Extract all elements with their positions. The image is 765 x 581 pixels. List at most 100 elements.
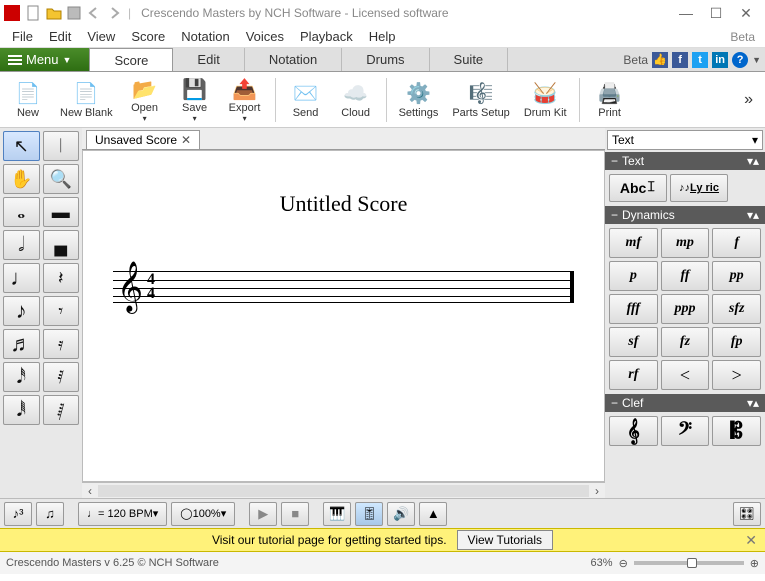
thirtysecond-rest-tool[interactable]: 𝅀	[43, 362, 80, 392]
barline-tool[interactable]: 𝄀	[43, 131, 80, 161]
whole-rest-tool[interactable]: ▬	[43, 197, 80, 227]
dyn-cresc[interactable]: <	[661, 360, 710, 390]
lyric-tool-button[interactable]: ♪♪Ly ric	[670, 174, 728, 202]
dyn-f[interactable]: f	[712, 228, 761, 258]
dyn-fp[interactable]: fp	[712, 327, 761, 357]
minimize-button[interactable]: —	[671, 3, 701, 23]
sixteenth-note-tool[interactable]: ♬	[3, 329, 40, 359]
view-tutorials-button[interactable]: View Tutorials	[457, 530, 553, 550]
menu-edit[interactable]: Edit	[41, 27, 79, 46]
dyn-mp[interactable]: mp	[661, 228, 710, 258]
tab-suite[interactable]: Suite	[430, 48, 509, 71]
dyn-sfz[interactable]: sfz	[712, 294, 761, 324]
panel-header-text[interactable]: −Text▾▴	[605, 152, 765, 170]
tempo-button[interactable]: ♩ = 120 BPM ▾	[78, 502, 167, 526]
menu-voices[interactable]: Voices	[238, 27, 292, 46]
beam-tool[interactable]: ♫	[36, 502, 64, 526]
menu-view[interactable]: View	[79, 27, 123, 46]
quarter-rest-tool[interactable]: 𝄽	[43, 263, 80, 293]
maximize-button[interactable]: ☐	[701, 3, 731, 23]
eighth-rest-tool[interactable]: 𝄾	[43, 296, 80, 326]
menu-notation[interactable]: Notation	[173, 27, 237, 46]
dyn-p[interactable]: p	[609, 261, 658, 291]
dyn-sf[interactable]: sf	[609, 327, 658, 357]
export-button[interactable]: 📤Export▾	[221, 75, 269, 125]
clef-alto[interactable]: 𝄡	[712, 416, 761, 446]
zoom-button[interactable]: ◯ 100% ▾	[171, 502, 235, 526]
zoom-slider[interactable]	[634, 561, 744, 565]
close-button[interactable]: ✕	[731, 3, 761, 23]
doc-tab-unsaved[interactable]: Unsaved Score ✕	[86, 130, 200, 149]
parts-setup-button[interactable]: 🎼Parts Setup	[446, 75, 515, 125]
close-banner-icon[interactable]: ✕	[745, 532, 757, 549]
linkedin-icon[interactable]: in	[712, 52, 728, 68]
scroll-right-icon[interactable]: ›	[589, 484, 605, 498]
stop-button[interactable]: ■	[281, 502, 309, 526]
print-button[interactable]: 🖨️Print	[586, 75, 634, 125]
drum-kit-button[interactable]: 🥁Drum Kit	[518, 75, 573, 125]
ribbon-beta[interactable]: Beta	[623, 53, 648, 67]
send-button[interactable]: ✉️Send	[282, 75, 330, 125]
scroll-left-icon[interactable]: ‹	[82, 484, 98, 498]
zoom-tool[interactable]: 🔍	[43, 164, 80, 194]
tab-edit[interactable]: Edit	[173, 48, 244, 71]
tab-score[interactable]: Score	[89, 48, 173, 71]
hand-tool[interactable]: ✋	[3, 164, 40, 194]
dyn-ff[interactable]: ff	[661, 261, 710, 291]
main-menu-button[interactable]: Menu ▼	[0, 48, 89, 71]
menu-help[interactable]: Help	[361, 27, 404, 46]
open-folder-icon[interactable]	[46, 5, 62, 21]
score-canvas[interactable]: Untitled Score 𝄞 44	[82, 150, 605, 482]
new-button[interactable]: 📄New	[4, 75, 52, 125]
dyn-decresc[interactable]: >	[712, 360, 761, 390]
dyn-fff[interactable]: fff	[609, 294, 658, 324]
panel-combo[interactable]: Text▾	[607, 130, 763, 150]
sound-button[interactable]: 🔊	[387, 502, 415, 526]
pointer-tool[interactable]: ↖	[3, 131, 40, 161]
quarter-note-tool[interactable]: ♩	[3, 263, 40, 293]
thirtysecond-note-tool[interactable]: 𝅘𝅥𝅰	[3, 362, 40, 392]
dyn-pp[interactable]: pp	[712, 261, 761, 291]
text-tool-button[interactable]: Abc𝙸	[609, 174, 667, 202]
sixtyfourth-note-tool[interactable]: 𝅘𝅥𝅱	[3, 395, 40, 425]
tab-drums[interactable]: Drums	[342, 48, 429, 71]
menu-file[interactable]: File	[4, 27, 41, 46]
undo-icon[interactable]	[86, 5, 102, 21]
mixer-button[interactable]: 🎚	[355, 502, 383, 526]
dyn-mf[interactable]: mf	[609, 228, 658, 258]
sixteenth-rest-tool[interactable]: 𝄿	[43, 329, 80, 359]
facebook-icon[interactable]: f	[672, 52, 688, 68]
clef-treble[interactable]: 𝄞	[609, 416, 658, 446]
half-rest-tool[interactable]: ▄	[43, 230, 80, 260]
h-scrollbar[interactable]: ‹ ›	[82, 482, 605, 498]
new-doc-icon[interactable]	[26, 5, 42, 21]
panel-header-dynamics[interactable]: −Dynamics▾▴	[605, 206, 765, 224]
save-disk-icon[interactable]	[66, 5, 82, 21]
instruments-button[interactable]: 🎹	[323, 502, 351, 526]
zoom-out-icon[interactable]: ⊖	[619, 557, 628, 570]
dyn-rf[interactable]: rf	[609, 360, 658, 390]
open-button[interactable]: 📂Open▾	[121, 75, 169, 125]
tab-notation[interactable]: Notation	[245, 48, 342, 71]
zoom-in-icon[interactable]: ⊕	[750, 557, 759, 570]
metronome-button[interactable]: ▲	[419, 502, 447, 526]
menubar-beta[interactable]: Beta	[730, 30, 761, 44]
clef-bass[interactable]: 𝄢	[661, 416, 710, 446]
save-button[interactable]: 💾Save▾	[171, 75, 219, 125]
help-icon[interactable]: ?	[732, 52, 748, 68]
midi-button[interactable]: 🎛	[733, 502, 761, 526]
settings-button[interactable]: ⚙️Settings	[393, 75, 445, 125]
whole-note-tool[interactable]: 𝅝	[3, 197, 40, 227]
play-button[interactable]: ▶	[249, 502, 277, 526]
panel-header-clef[interactable]: −Clef▾▴	[605, 394, 765, 412]
dyn-fz[interactable]: fz	[661, 327, 710, 357]
menu-score[interactable]: Score	[123, 27, 173, 46]
menu-playback[interactable]: Playback	[292, 27, 361, 46]
close-tab-icon[interactable]: ✕	[181, 133, 191, 147]
sixtyfourth-rest-tool[interactable]: 𝅁	[43, 395, 80, 425]
eighth-note-tool[interactable]: ♪	[3, 296, 40, 326]
thumbsup-icon[interactable]: 👍	[652, 52, 668, 68]
dyn-ppp[interactable]: ppp	[661, 294, 710, 324]
toolbar-more[interactable]: »	[736, 91, 761, 109]
new-blank-button[interactable]: 📄New Blank	[54, 75, 119, 125]
